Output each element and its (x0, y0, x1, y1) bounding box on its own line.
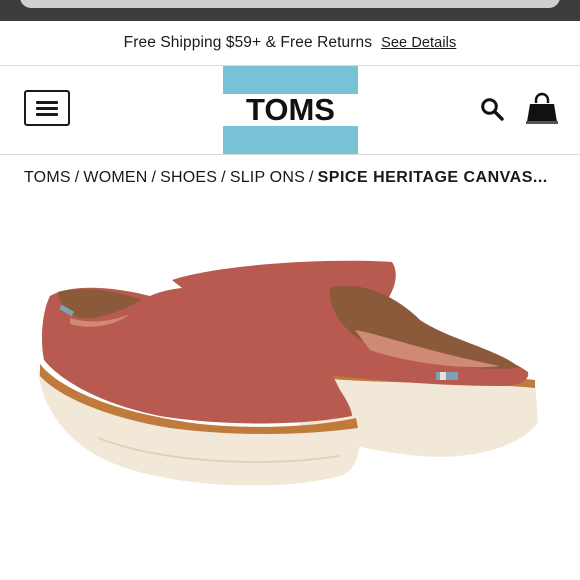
shopping-bag-icon[interactable] (526, 91, 558, 125)
hamburger-menu-icon[interactable] (24, 90, 70, 126)
see-details-link[interactable]: See Details (381, 35, 456, 51)
toms-logo[interactable]: TOMS (223, 66, 358, 154)
logo-top-band (223, 66, 358, 94)
browser-top-bar (0, 0, 580, 21)
promo-banner: Free Shipping $59+ & Free Returns See De… (0, 21, 580, 66)
address-bar[interactable] (20, 0, 560, 8)
breadcrumb-item-slip-ons[interactable]: SLIP ONS (230, 169, 305, 186)
breadcrumb-item-shoes[interactable]: SHOES (160, 169, 217, 186)
search-icon[interactable] (480, 97, 504, 121)
logo-text: TOMS (223, 92, 358, 127)
breadcrumb-item-toms[interactable]: TOMS (24, 169, 71, 186)
product-image[interactable] (0, 200, 580, 580)
breadcrumb-current: SPICE HERITAGE CANVAS... (317, 169, 548, 186)
promo-text: Free Shipping $59+ & Free Returns (123, 34, 373, 51)
logo-bottom-band (223, 126, 358, 154)
breadcrumb-item-women[interactable]: WOMEN (83, 169, 147, 186)
site-header: TOMS (0, 66, 580, 155)
breadcrumb: TOMS / WOMEN / SHOES / SLIP ONS / SPICE HERITAGE… (24, 169, 548, 186)
